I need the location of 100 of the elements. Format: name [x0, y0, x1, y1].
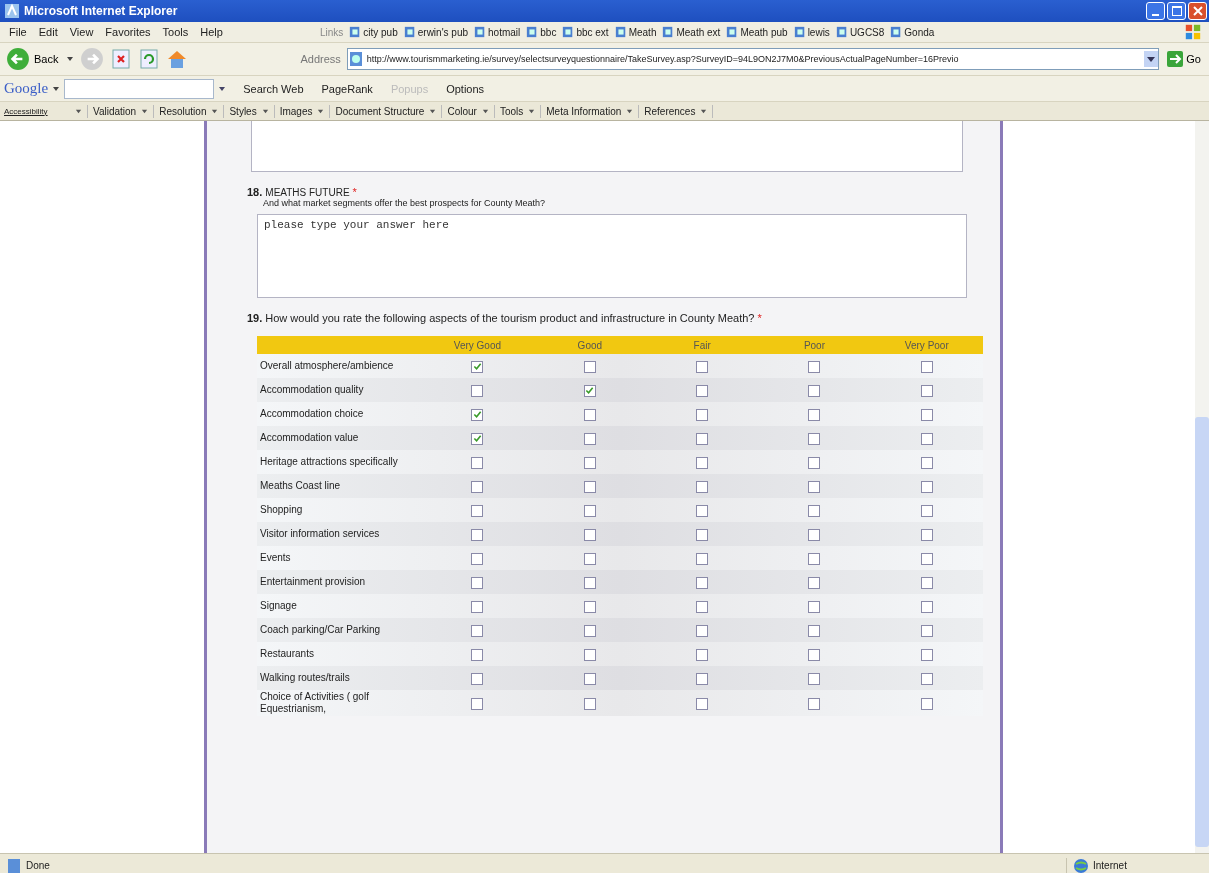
toolbar-menu[interactable]: Validation	[93, 105, 137, 117]
checkbox[interactable]	[471, 528, 484, 541]
checkbox[interactable]	[696, 408, 709, 421]
checkbox[interactable]	[471, 672, 484, 685]
checkbox[interactable]	[696, 432, 709, 445]
refresh-icon[interactable]	[138, 48, 161, 70]
link-button[interactable]: bbc	[526, 26, 557, 38]
checkbox[interactable]	[920, 360, 933, 373]
checkbox[interactable]	[920, 432, 933, 445]
checkbox[interactable]	[696, 576, 709, 589]
text-area[interactable]	[251, 121, 963, 172]
stop-icon[interactable]	[110, 48, 133, 70]
toolbar-button[interactable]: Search Web	[240, 81, 307, 96]
toolbar-menu[interactable]: Accessibility	[4, 106, 70, 116]
checkbox[interactable]	[808, 432, 821, 445]
checkbox[interactable]	[920, 504, 933, 517]
checkbox[interactable]	[920, 552, 933, 565]
toolbar-button[interactable]: Options	[443, 81, 488, 96]
checkbox[interactable]	[696, 384, 709, 397]
checkbox[interactable]	[471, 384, 484, 397]
checkbox[interactable]	[920, 456, 933, 469]
checkbox[interactable]	[696, 697, 709, 710]
link-button[interactable]: UGCS8	[835, 26, 885, 38]
checkbox[interactable]	[808, 504, 821, 517]
checkbox[interactable]	[583, 600, 596, 613]
checkbox[interactable]	[920, 648, 933, 661]
checkbox[interactable]	[696, 528, 709, 541]
checkbox[interactable]	[583, 504, 596, 517]
maximize-button[interactable]	[1167, 2, 1186, 20]
toolbar-menu[interactable]: Tools	[499, 105, 524, 117]
checkbox[interactable]	[920, 672, 933, 685]
link-button[interactable]: Meath	[614, 26, 657, 38]
address-field[interactable]: http://www.tourismmarketing.ie/survey/selectsurveyquestionnaire/TakeSurvey.asp?SurveyID=94L9ON2J7M0&PreviousActualPageNumber=16Previo	[346, 48, 1160, 70]
checkbox[interactable]	[808, 384, 821, 397]
checkbox[interactable]	[471, 456, 484, 469]
checkbox[interactable]	[471, 624, 484, 637]
checkbox[interactable]	[471, 480, 484, 493]
checkbox[interactable]	[696, 360, 709, 373]
checkbox[interactable]	[696, 552, 709, 565]
menu-item[interactable]: File	[4, 25, 32, 39]
link-button[interactable]: bbc ext	[562, 26, 609, 38]
link-button[interactable]: Meath ext	[662, 26, 721, 38]
link-button[interactable]: erwin's pub	[403, 26, 469, 38]
checkbox[interactable]	[471, 648, 484, 661]
checkbox[interactable]	[808, 408, 821, 421]
checkbox[interactable]	[583, 384, 596, 397]
checkbox[interactable]	[808, 552, 821, 565]
checkbox[interactable]	[583, 672, 596, 685]
toolbar-menu[interactable]: Colour	[447, 105, 477, 117]
checkbox[interactable]	[920, 480, 933, 493]
checkbox[interactable]	[583, 648, 596, 661]
toolbar-menu[interactable]: Document Structure	[335, 105, 425, 117]
menu-item[interactable]: Tools	[157, 25, 194, 39]
checkbox[interactable]	[696, 456, 709, 469]
scroll-thumb[interactable]	[1195, 417, 1209, 847]
checkbox[interactable]	[471, 576, 484, 589]
checkbox[interactable]	[808, 672, 821, 685]
menu-item[interactable]: Favorites	[100, 25, 156, 39]
checkbox[interactable]	[808, 624, 821, 637]
checkbox[interactable]	[920, 528, 933, 541]
checkbox[interactable]	[471, 408, 484, 421]
checkbox[interactable]	[696, 624, 709, 637]
checkbox[interactable]	[583, 456, 596, 469]
checkbox[interactable]	[583, 360, 596, 373]
checkbox[interactable]	[808, 528, 821, 541]
checkbox[interactable]	[583, 552, 596, 565]
checkbox[interactable]	[808, 600, 821, 613]
checkbox[interactable]	[583, 576, 596, 589]
link-button[interactable]: lewis	[793, 26, 830, 38]
checkbox[interactable]	[808, 480, 821, 493]
toolbar-menu[interactable]: Meta Information	[546, 105, 622, 117]
menu-item[interactable]: View	[64, 25, 99, 39]
checkbox[interactable]	[920, 697, 933, 710]
menu-item[interactable]: Help	[195, 25, 228, 39]
link-button[interactable]: hotmail	[474, 26, 521, 38]
checkbox[interactable]	[583, 697, 596, 710]
checkbox[interactable]	[583, 432, 596, 445]
checkbox[interactable]	[696, 600, 709, 613]
back-button[interactable]: Back	[4, 45, 61, 73]
toolbar-menu[interactable]: Images	[279, 105, 313, 117]
checkbox[interactable]	[583, 480, 596, 493]
checkbox[interactable]	[920, 408, 933, 421]
checkbox[interactable]	[583, 528, 596, 541]
checkbox[interactable]	[920, 624, 933, 637]
go-button[interactable]: Go	[1165, 51, 1209, 67]
toolbar-button[interactable]: PageRank	[318, 81, 376, 96]
minimize-button[interactable]	[1146, 2, 1165, 20]
checkbox[interactable]	[808, 456, 821, 469]
checkbox[interactable]	[471, 504, 484, 517]
answer-box[interactable]: please type your answer here	[257, 214, 967, 298]
checkbox[interactable]	[471, 697, 484, 710]
checkbox[interactable]	[920, 384, 933, 397]
checkbox[interactable]	[808, 697, 821, 710]
toolbar-menu[interactable]: Styles	[229, 105, 257, 117]
toolbar-menu[interactable]: Resolution	[159, 105, 207, 117]
checkbox[interactable]	[471, 552, 484, 565]
checkbox[interactable]	[696, 504, 709, 517]
checkbox[interactable]	[808, 360, 821, 373]
checkbox[interactable]	[696, 480, 709, 493]
search-field[interactable]	[64, 78, 215, 99]
